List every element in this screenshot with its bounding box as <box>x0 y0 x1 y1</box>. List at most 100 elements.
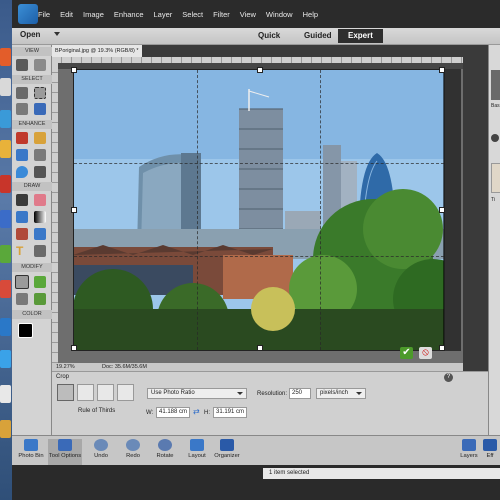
redo-label: Redo <box>126 453 140 459</box>
paint-bucket-icon[interactable] <box>16 211 28 223</box>
menu-window[interactable]: Window <box>266 10 293 19</box>
resolution-unit-select[interactable]: pixels/inch <box>316 388 366 399</box>
lasso-tool-icon[interactable] <box>16 103 28 115</box>
crop-handle[interactable] <box>439 207 445 213</box>
menu-image[interactable]: Image <box>83 10 104 19</box>
straighten-tool-icon[interactable] <box>34 293 46 305</box>
undo-button[interactable]: Undo <box>84 439 118 459</box>
mode-expert[interactable]: Expert <box>338 29 383 43</box>
healing-brush-icon[interactable] <box>34 132 46 144</box>
gradient-tool-icon[interactable] <box>34 211 46 223</box>
crop-preset-select[interactable]: Use Photo Ratio <box>147 388 247 399</box>
move-tool-icon[interactable] <box>16 87 28 99</box>
document-tab[interactable]: BPoriginal.jpg @ 19.3% (RGB/8) * <box>52 45 142 57</box>
marquee-tool-icon[interactable] <box>34 87 46 99</box>
blur-tool-icon[interactable] <box>16 166 28 178</box>
panel-icon[interactable] <box>491 134 499 142</box>
crop-handle[interactable] <box>439 345 445 351</box>
smart-brush-icon[interactable] <box>16 149 28 161</box>
menu-edit[interactable]: Edit <box>60 10 73 19</box>
sponge-tool-icon[interactable] <box>34 166 46 178</box>
crop-handle[interactable] <box>71 207 77 213</box>
desktop-icon[interactable] <box>0 48 11 66</box>
crop-shade <box>443 69 461 351</box>
doc-size-readout: Doc: 35.6M/35.6M <box>102 364 147 370</box>
menu-view[interactable]: View <box>240 10 256 19</box>
desktop-icon[interactable] <box>0 245 11 263</box>
red-eye-tool-icon[interactable] <box>16 132 28 144</box>
zoom-tool-icon[interactable] <box>16 59 28 71</box>
overlay-rule-of-thirds-button[interactable] <box>57 384 74 401</box>
menu-filter[interactable]: Filter <box>213 10 230 19</box>
crop-handle[interactable] <box>439 67 445 73</box>
eraser-tool-icon[interactable] <box>34 194 46 206</box>
recompose-tool-icon[interactable] <box>34 276 46 288</box>
eyedropper-tool-icon[interactable] <box>16 228 28 240</box>
desktop-icon[interactable] <box>0 78 11 96</box>
organizer-button[interactable]: Organizer <box>210 439 244 459</box>
crop-handle[interactable] <box>71 345 77 351</box>
menu-file[interactable]: File <box>38 10 50 19</box>
foreground-color-swatch[interactable] <box>18 323 33 338</box>
cancel-crop-button[interactable]: ⦸ <box>419 347 432 359</box>
title-bar: File Edit Image Enhance Layer Select Fil… <box>12 0 500 28</box>
menu-help[interactable]: Help <box>303 10 318 19</box>
desktop-icon[interactable] <box>0 175 11 193</box>
crop-handle[interactable] <box>257 345 263 351</box>
overlay-label: Rule of Thirds <box>78 408 116 414</box>
mode-guided[interactable]: Guided <box>298 30 338 41</box>
layout-icon <box>190 439 204 451</box>
height-field[interactable]: 31.191 cm <box>213 407 247 418</box>
overlay-golden-ratio-button[interactable] <box>97 384 114 401</box>
crop-handle[interactable] <box>257 67 263 73</box>
shape-tool-icon[interactable] <box>34 228 46 240</box>
resolution-label: Resolution: <box>257 391 288 397</box>
desktop-icon[interactable] <box>0 140 11 158</box>
desktop-icon[interactable] <box>0 385 11 403</box>
desktop-icon[interactable] <box>0 280 11 298</box>
overlay-grid-button[interactable] <box>77 384 94 401</box>
help-icon[interactable]: ? <box>444 373 453 382</box>
tool-options-button[interactable]: Tool Options <box>48 439 82 465</box>
mode-bar: Open Quick Guided Expert <box>12 28 500 45</box>
photo-bin-button[interactable]: Photo Bin <box>14 439 48 459</box>
crop-guide <box>320 70 322 350</box>
zoom-readout[interactable]: 19.27% <box>56 363 75 371</box>
rotate-button[interactable]: Rotate <box>148 439 182 459</box>
content-aware-move-icon[interactable] <box>16 293 28 305</box>
crop-guide <box>197 70 199 350</box>
photo-bin-label: Photo Bin <box>18 453 44 459</box>
crop-tool-icon[interactable] <box>15 275 29 289</box>
crop-box[interactable] <box>71 67 445 351</box>
effects-button[interactable]: Eff <box>480 439 500 459</box>
quick-select-tool-icon[interactable] <box>34 103 46 115</box>
section-view: VIEW <box>12 47 52 56</box>
desktop-icon[interactable] <box>0 420 11 438</box>
width-field[interactable]: 41.188 cm <box>156 407 190 418</box>
desktop-icon[interactable] <box>0 350 11 368</box>
resolution-field[interactable]: 250 <box>289 388 311 399</box>
menu-enhance[interactable]: Enhance <box>114 10 144 19</box>
open-button[interactable]: Open <box>20 30 40 39</box>
redo-button[interactable]: Redo <box>116 439 150 459</box>
effect-thumbnail[interactable] <box>491 70 500 100</box>
open-dropdown-icon[interactable] <box>54 32 60 36</box>
menu-select[interactable]: Select <box>182 10 203 19</box>
effect-thumbnail[interactable] <box>491 163 500 193</box>
desktop-icon[interactable] <box>0 110 11 128</box>
commit-crop-button[interactable]: ✔ <box>400 347 413 359</box>
mode-quick[interactable]: Quick <box>252 30 286 41</box>
crop-handle[interactable] <box>71 67 77 73</box>
swap-dimensions-icon[interactable]: ⇄ <box>193 407 200 416</box>
type-tool-icon[interactable]: T <box>16 245 28 257</box>
effects-label: Eff <box>486 453 494 459</box>
layout-button[interactable]: Layout <box>180 439 214 459</box>
hand-tool-icon[interactable] <box>34 59 46 71</box>
overlay-none-button[interactable] <box>117 384 134 401</box>
desktop-icon[interactable] <box>0 318 11 336</box>
clone-stamp-icon[interactable] <box>34 149 46 161</box>
brush-tool-icon[interactable] <box>16 194 28 206</box>
pencil-tool-icon[interactable] <box>34 245 46 257</box>
menu-layer[interactable]: Layer <box>154 10 173 19</box>
desktop-icon[interactable] <box>0 210 11 228</box>
